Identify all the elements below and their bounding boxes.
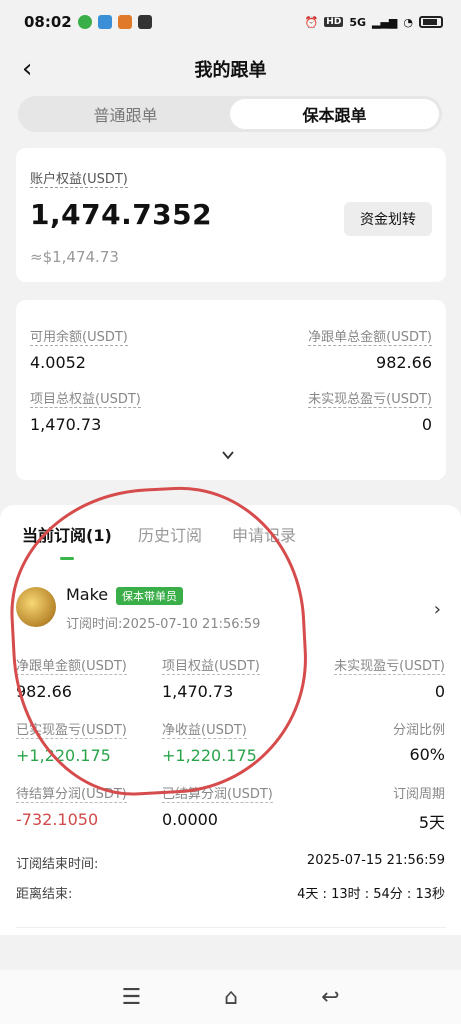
chevron-down-icon[interactable] (221, 448, 235, 462)
status-time: 08:02 (24, 13, 72, 31)
project-equity: 项目总权益(USDT) 1,470.73 (30, 388, 141, 434)
unrealized-total-label: 未实现总盈亏(USDT) (308, 388, 432, 408)
net-total-label: 净跟单总金额(USDT) (308, 326, 432, 346)
end-time-label: 订阅结束时间: (16, 857, 99, 872)
app-notification-icon (137, 15, 152, 29)
period-label: 订阅周期 (392, 787, 445, 802)
nav-bar: ‹ 我的跟单 (0, 46, 461, 92)
pending-share-label: 待结算分润(USDT) (16, 783, 127, 803)
alarm-icon: ⏰ (304, 15, 319, 29)
pending-share: 待结算分润(USDT) -732.1050 (16, 783, 127, 829)
subscription-period: 订阅周期 5天 (393, 783, 445, 833)
realized-pnl-label: 已实现盈亏(USDT) (16, 719, 127, 739)
back-button[interactable]: ‹ (22, 56, 32, 82)
home-icon[interactable]: ⌂ (224, 985, 238, 1010)
unrealized-item-label: 未实现盈亏(USDT) (334, 655, 445, 675)
unrealized-total: 未实现总盈亏(USDT) 0 (308, 388, 432, 434)
app-notification-icon (117, 15, 132, 29)
share-ratio-value: 60% (409, 745, 445, 764)
status-bar: 08:02 ⏰ HD 5G ▂▄▆ ◔ (0, 0, 461, 44)
tab-history-subscription[interactable]: 历史订阅 (138, 522, 202, 546)
net-profit: 净收益(USDT) +1,220.175 (162, 719, 257, 765)
page-title: 我的跟单 (194, 60, 267, 81)
share-ratio-label: 分润比例 (392, 723, 445, 738)
tab-normal-copy[interactable]: 普通跟单 (21, 99, 230, 129)
project-equity-label: 项目总权益(USDT) (30, 388, 141, 408)
net-total: 净跟单总金额(USDT) 982.66 (308, 326, 432, 372)
equity-approx: ≈$1,474.73 (30, 248, 119, 266)
subscription-panel: 当前订阅(1) 历史订阅 申请记录 Make 保本带单员 订阅时间:2025-0… (0, 505, 461, 935)
signal-icon: ▂▄▆ (372, 15, 398, 29)
subscription-tabs: 当前订阅(1) 历史订阅 申请记录 (0, 505, 461, 561)
equity-label: 账户权益(USDT) (30, 168, 128, 188)
realized-pnl: 已实现盈亏(USDT) +1,220.175 (16, 719, 127, 765)
net-amount-label: 净跟单金额(USDT) (16, 655, 127, 675)
trader-badge: 保本带单员 (116, 587, 183, 605)
settled-share-label: 已结算分润(USDT) (162, 783, 273, 803)
stats-card: 可用余额(USDT) 4.0052 净跟单总金额(USDT) 982.66 项目… (16, 300, 446, 480)
divider (16, 927, 446, 928)
system-nav-bar: ☰ ⌂ ↩ (0, 970, 461, 1024)
net-amount: 净跟单金额(USDT) 982.66 (16, 655, 127, 701)
realized-pnl-value: +1,220.175 (16, 746, 111, 765)
settled-share-value: 0.0000 (162, 810, 218, 829)
unrealized-item-value: 0 (434, 682, 445, 701)
equity-card: 账户权益(USDT) 1,474.7352 ≈$1,474.73 资金划转 (16, 148, 446, 282)
back-nav-icon[interactable]: ↩ (321, 985, 339, 1010)
settled-share: 已结算分润(USDT) 0.0000 (162, 783, 273, 829)
project-equity-item: 项目权益(USDT) 1,470.73 (162, 655, 260, 701)
network-label: 5G (349, 15, 366, 29)
trader-name: Make (66, 585, 109, 604)
share-ratio: 分润比例 60% (393, 719, 445, 764)
available-label: 可用余额(USDT) (30, 326, 128, 346)
tab-guaranteed-copy[interactable]: 保本跟单 (230, 99, 439, 129)
segment-control: 普通跟单 保本跟单 (18, 96, 442, 132)
chevron-right-icon[interactable]: › (434, 599, 441, 620)
tab-current-subscription[interactable]: 当前订阅(1) (22, 522, 112, 546)
hd-icon: HD (324, 17, 344, 27)
unrealized-total-value: 0 (421, 415, 432, 434)
project-equity-item-label: 项目权益(USDT) (162, 655, 260, 675)
available-value: 4.0052 (30, 353, 86, 372)
available-balance: 可用余额(USDT) 4.0052 (30, 326, 128, 372)
remaining-value: 4天 : 13时 : 54分 : 13秒 (297, 887, 445, 902)
trader-row[interactable]: Make 保本带单员 订阅时间:2025-07-10 21:56:59 › (0, 581, 461, 637)
wifi-icon: ◔ (403, 15, 413, 29)
tab-application-records[interactable]: 申请记录 (232, 522, 296, 546)
subscription-time: 订阅时间:2025-07-10 21:56:59 (66, 617, 261, 632)
app-notification-icon (97, 15, 112, 29)
pending-share-value: -732.1050 (16, 810, 99, 829)
transfer-button[interactable]: 资金划转 (344, 202, 432, 236)
project-equity-item-value: 1,470.73 (162, 682, 234, 701)
unrealized-item: 未实现盈亏(USDT) 0 (334, 655, 445, 701)
period-value: 5天 (418, 813, 445, 832)
net-profit-label: 净收益(USDT) (162, 719, 247, 739)
equity-value: 1,474.7352 (30, 198, 213, 231)
active-tab-indicator (60, 557, 74, 560)
end-time-value: 2025-07-15 21:56:59 (306, 853, 445, 868)
net-total-value: 982.66 (376, 353, 432, 372)
net-profit-value: +1,220.175 (162, 746, 257, 765)
net-amount-value: 982.66 (16, 682, 72, 701)
battery-icon (419, 16, 443, 28)
project-equity-value: 1,470.73 (30, 415, 102, 434)
app-notification-icon (77, 15, 92, 29)
remaining-label: 距离结束: (16, 887, 73, 902)
menu-icon[interactable]: ☰ (121, 985, 141, 1010)
avatar (16, 587, 56, 627)
